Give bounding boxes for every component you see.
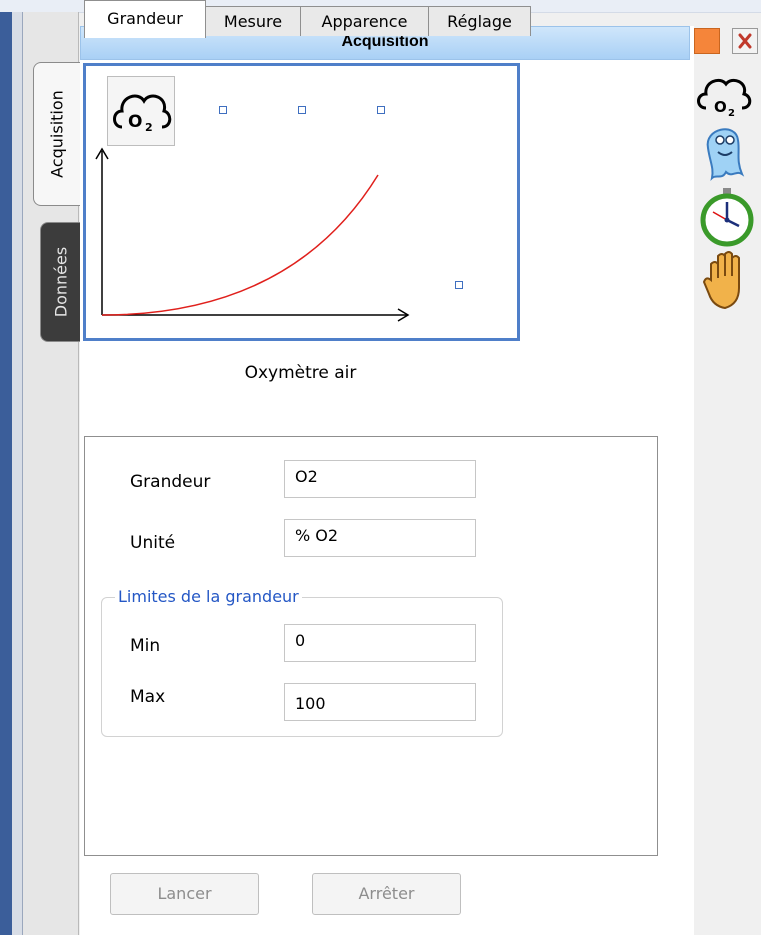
svg-text:O: O [128,112,142,132]
ghost-icon[interactable] [696,118,750,188]
svg-text:O: O [714,98,727,116]
o2-cloud-icon: O 2 [113,94,172,134]
minimize-button[interactable] [694,28,720,54]
vtab-acquisition-label: Acquisition [47,90,67,178]
stop-button[interactable]: Arrêter [312,873,461,915]
timer-icon[interactable] [697,186,757,248]
hand-stop-icon[interactable] [701,250,751,312]
limits-group-title: Limites de la grandeur [115,587,302,606]
vtab-acquisition[interactable]: Acquisition [33,62,80,206]
left-frame [0,12,12,935]
resize-handle[interactable] [219,106,227,114]
o2-cloud-icon[interactable]: O 2 [694,70,754,120]
left-frame-inner [12,12,23,935]
resize-handle[interactable] [455,281,463,289]
grandeur-label: Grandeur [130,472,211,492]
close-button[interactable] [732,28,758,54]
vtab-donnees[interactable]: Données [40,222,80,342]
svg-text:2: 2 [145,121,153,134]
tab-grandeur[interactable]: Grandeur [84,0,206,38]
close-icon [738,33,752,49]
unite-label: Unité [130,533,176,553]
resize-handle[interactable] [377,106,385,114]
min-label: Min [130,636,161,656]
min-input[interactable]: 0 [284,624,476,662]
sensor-icon-box: O 2 [107,76,175,146]
curve-line [101,174,379,316]
tab-mesure[interactable]: Mesure [205,6,301,36]
max-label: Max [130,687,166,707]
grandeur-input[interactable]: O2 [284,460,476,498]
unite-input[interactable]: % O2 [284,519,476,557]
max-input[interactable]: 100 [284,683,476,721]
vtab-donnees-label: Données [51,246,70,318]
sensor-name: Oxymètre air [244,363,357,383]
start-button[interactable]: Lancer [110,873,259,915]
tab-apparence[interactable]: Apparence [300,6,429,36]
tab-reglage[interactable]: Réglage [428,6,531,36]
resize-handle[interactable] [298,106,306,114]
preview-graph [95,147,410,322]
